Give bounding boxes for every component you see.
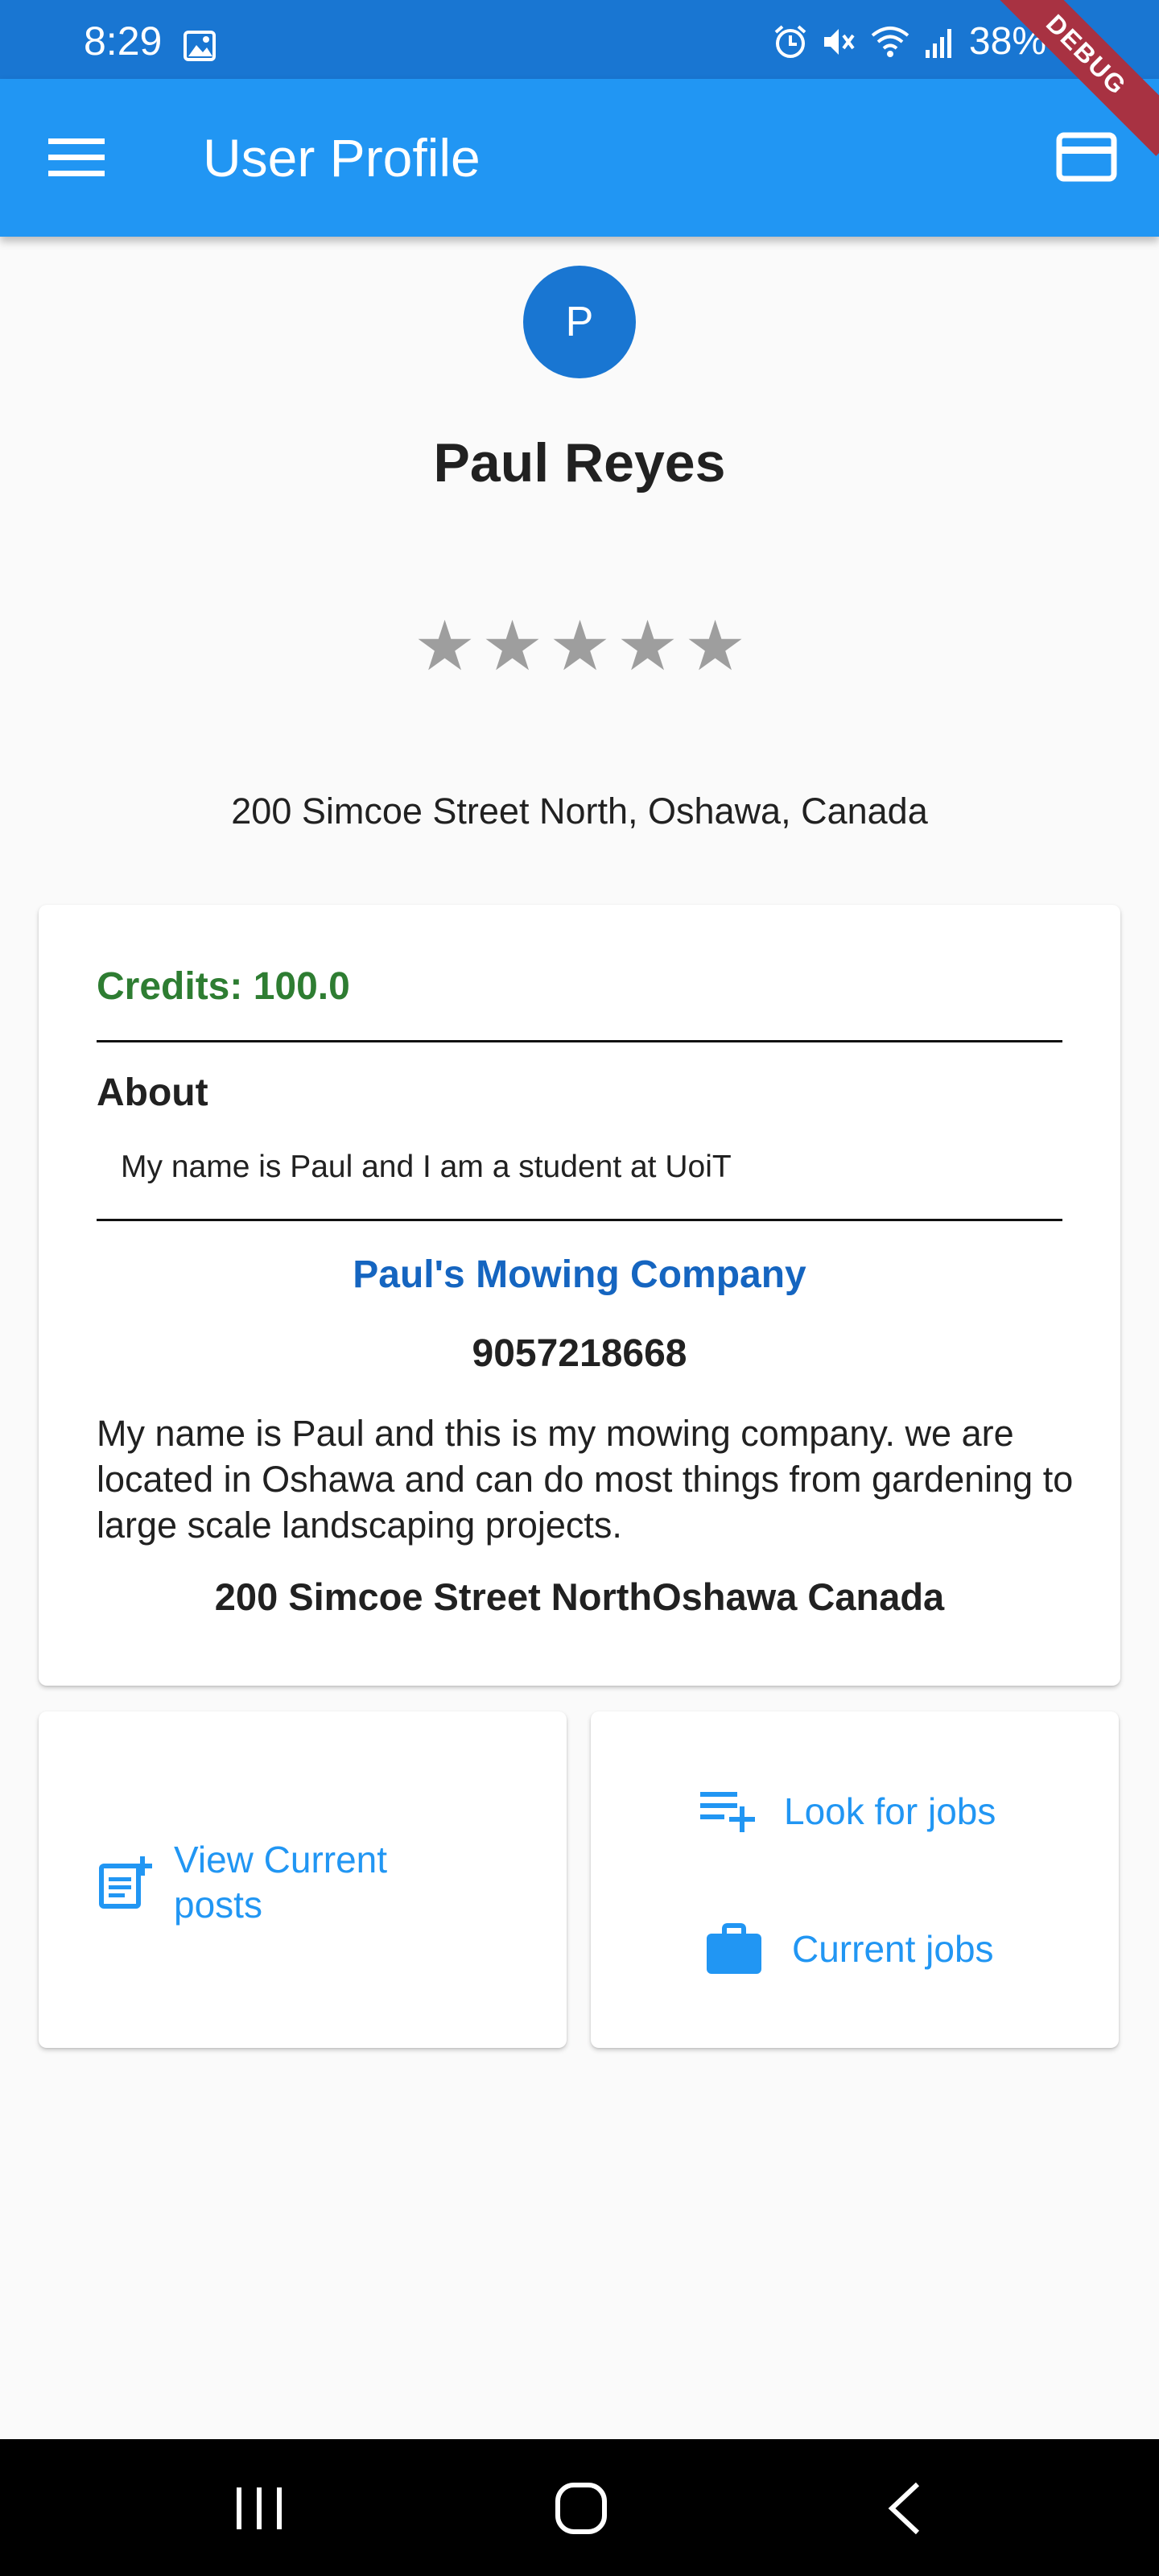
- back-icon[interactable]: [885, 2481, 922, 2536]
- post-add-icon: [99, 1856, 152, 1909]
- current-jobs-button[interactable]: Current jobs: [705, 1922, 994, 1975]
- star-icon[interactable]: ★: [414, 612, 476, 681]
- star-icon[interactable]: ★: [684, 612, 746, 681]
- page-title: User Profile: [203, 128, 481, 188]
- image-icon: [184, 31, 216, 61]
- about-heading: About: [97, 1071, 208, 1114]
- profile-address: 200 Simcoe Street North, Oshawa, Canada: [231, 791, 928, 832]
- divider: [97, 1040, 1062, 1042]
- system-nav-bar: [0, 2439, 1159, 2576]
- star-icon[interactable]: ★: [549, 612, 611, 681]
- company-phone: 9057218668: [472, 1332, 687, 1375]
- mute-icon: [823, 28, 855, 55]
- posts-card: View Current posts: [39, 1711, 567, 2048]
- company-address: 200 Simcoe Street NorthOshawa Canada: [214, 1575, 945, 1618]
- briefcase-icon: [707, 1923, 761, 1974]
- company-name: Paul's Mowing Company: [353, 1253, 806, 1296]
- home-icon[interactable]: [554, 2481, 608, 2536]
- playlist-add-icon: [700, 1792, 755, 1832]
- wifi-icon: [871, 26, 909, 57]
- app-bar: User Profile: [0, 79, 1159, 237]
- credit-card-icon[interactable]: [1056, 132, 1117, 182]
- profile-info-card: Credits: 100.0 About My name is Paul and…: [39, 905, 1120, 1686]
- status-time: 8:29: [84, 19, 163, 64]
- jobs-card: Look for jobs Current jobs: [591, 1711, 1119, 2048]
- status-icons: 38%: [773, 19, 1046, 64]
- menu-icon[interactable]: [48, 137, 105, 179]
- rating-stars: ★ ★ ★ ★ ★: [414, 612, 746, 681]
- view-current-posts-label: View Current posts: [174, 1839, 388, 1926]
- alarm-icon: [774, 24, 806, 58]
- star-icon[interactable]: ★: [481, 612, 543, 681]
- divider: [97, 1219, 1062, 1221]
- credits-label: Credits: 100.0: [97, 965, 350, 1008]
- about-text: My name is Paul and I am a student at Uo…: [121, 1150, 732, 1184]
- look-for-jobs-button[interactable]: Look for jobs: [699, 1789, 996, 1834]
- signal-icon: [925, 28, 951, 58]
- star-icon[interactable]: ★: [617, 612, 678, 681]
- recent-apps-icon[interactable]: [233, 2484, 285, 2533]
- profile-name: Paul Reyes: [433, 432, 726, 493]
- current-jobs-label: Current jobs: [792, 1928, 994, 1970]
- view-current-posts-button[interactable]: View Current posts: [97, 1837, 448, 1927]
- look-for-jobs-label: Look for jobs: [784, 1790, 996, 1832]
- avatar: P: [523, 266, 636, 378]
- status-bar: 8:29 38%: [0, 0, 1159, 79]
- company-description: My name is Paul and this is my mowing co…: [97, 1413, 1074, 1546]
